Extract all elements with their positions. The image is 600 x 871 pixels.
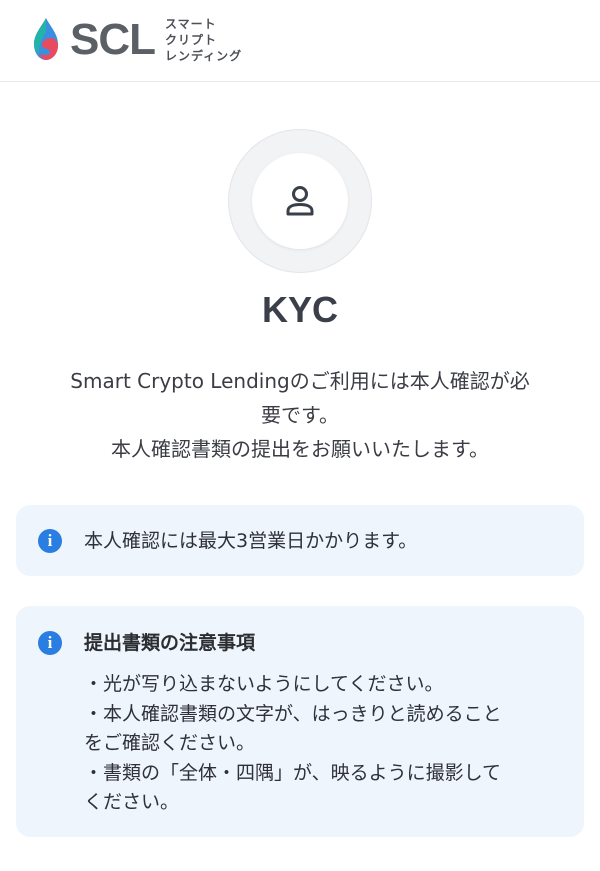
- submission-notes: i 提出書類の注意事項 ・光が写り込まないようにしてください。 ・本人確認書類の…: [16, 606, 584, 837]
- description-line: 要です。: [261, 403, 339, 427]
- kyc-description: Smart Crypto Lendingのご利用には本人確認が必 要です。 本人…: [20, 364, 580, 466]
- list-item: ・光が写り込まないようにしてください。: [84, 670, 574, 700]
- page-title: KYC: [261, 289, 338, 330]
- note-line: ・光が写り込まないようにしてください。: [84, 673, 444, 695]
- logo-sub-line: クリプト: [165, 32, 218, 47]
- info-icon: i: [38, 529, 62, 553]
- notice-text: 本人確認には最大3営業日かかります。: [84, 530, 418, 552]
- processing-time-notice: i 本人確認には最大3営業日かかります。: [16, 505, 584, 576]
- info-icon: i: [38, 631, 62, 655]
- logo-subtitle: スマート クリプト レンディング: [165, 17, 242, 64]
- description-line: Smart Crypto Lendingのご利用には本人確認が必: [70, 369, 530, 393]
- list-item: ・本人確認書類の文字が、はっきりと読めること をご確認ください。: [84, 700, 574, 759]
- notes-title: 提出書類の注意事項: [84, 632, 256, 654]
- note-line: ください。: [84, 791, 180, 813]
- avatar-inner: [252, 153, 348, 249]
- description-line: 本人確認書類の提出をお願いいたします。: [111, 437, 489, 461]
- logo-sub-line: スマート: [165, 16, 217, 31]
- logo-mark-icon: [28, 16, 64, 64]
- note-line: ・書類の「全体・四隅」が、映るように撮影して: [84, 761, 502, 784]
- list-item: ・書類の「全体・四隅」が、映るように撮影して ください。: [84, 759, 574, 818]
- user-icon: [286, 186, 314, 216]
- logo-wordmark: SCL: [70, 15, 156, 64]
- note-line: をご確認ください。: [84, 732, 256, 754]
- notes-list: ・光が写り込まないようにしてください。 ・本人確認書類の文字が、はっきりと読める…: [84, 670, 574, 818]
- avatar: [228, 129, 372, 273]
- scl-logo[interactable]: SCL スマート クリプト レンディング: [28, 14, 242, 66]
- note-line: ・本人確認書類の文字が、はっきりと読めること: [84, 702, 502, 725]
- app-header: SCL スマート クリプト レンディング: [0, 0, 600, 82]
- logo-sub-line: レンディング: [165, 48, 243, 63]
